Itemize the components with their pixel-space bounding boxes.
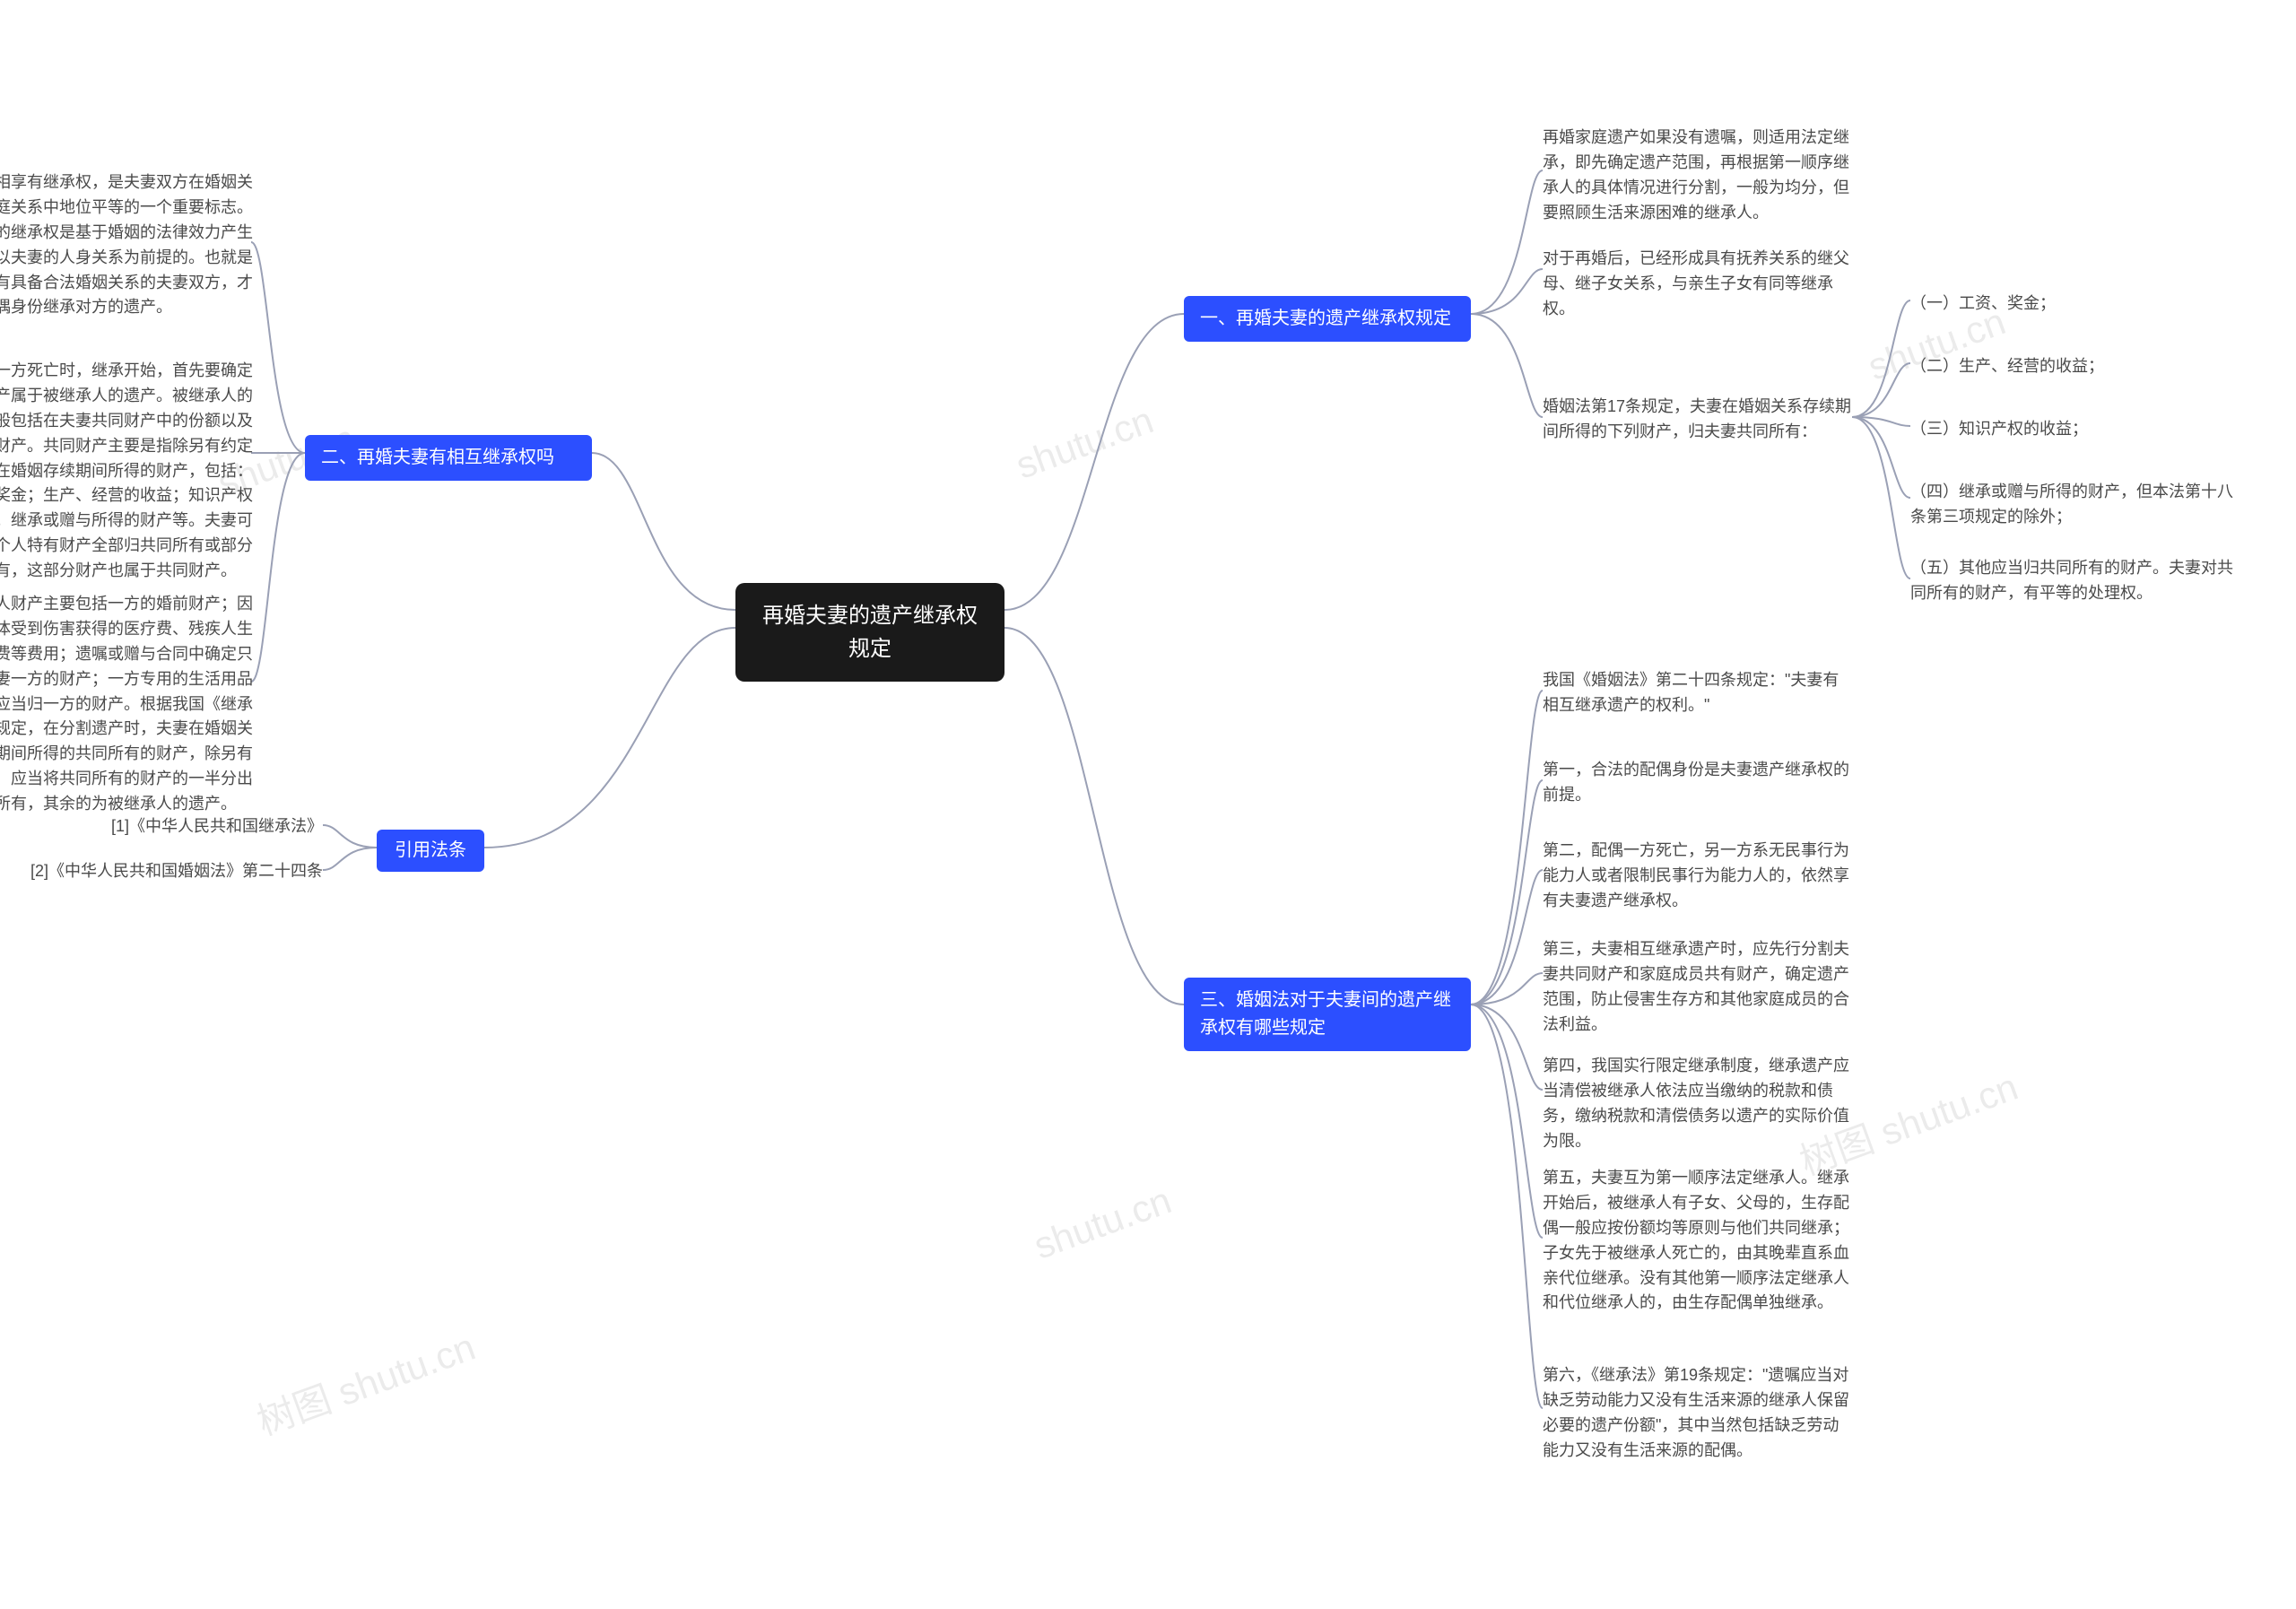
leaf-r1-3: 婚姻法第17条规定，夫妻在婚姻关系存续期间所得的下列财产，归夫妻共同所有： [1543,395,1852,445]
leaf-r2-7: 第六，《继承法》第19条规定："遗嘱应当对缺乏劳动能力又没有生活来源的继承人保留… [1543,1363,1852,1464]
leaf-r2-6: 第五，夫妻互为第一顺序法定继承人。继承开始后，被继承人有子女、父母的，生存配偶一… [1543,1166,1852,1316]
leaf-r1-2: 对于再婚后，已经形成具有抚养关系的继父母、继子女关系，与亲生子女有同等继承权。 [1543,247,1852,322]
leaf-l1-3: 夫妻个人财产主要包括一方的婚前财产；因一方身体受到伤害获得的医疗费、残疾人生活补… [0,592,256,817]
leaf-r2-5: 第四，我国实行限定继承制度，继承遗产应当清偿被继承人依法应当缴纳的税款和债务，缴… [1543,1054,1852,1154]
leaf-r1-sub3: （三）知识产权的收益； [1910,417,2233,442]
leaf-r1-sub4: （四）继承或赠与所得的财产，但本法第十八条第三项规定的除外； [1910,480,2233,530]
leaf-l1-2: 夫或妻一方死亡时，继承开始，首先要确定哪些财产属于被继承人的遗产。被继承人的财产… [0,359,256,584]
watermark: shutu.cn [1011,398,1160,487]
root-title: 再婚夫妻的遗产继承权规定 [762,604,978,661]
leaf-r1-sub1: （一）工资、奖金； [1910,291,2233,317]
branch-r1-title: 一、再婚夫妻的遗产继承权规定 [1200,309,1451,328]
leaf-r2-1: 我国《婚姻法》第二十四条规定："夫妻有相互继承遗产的权利。" [1543,668,1852,718]
branch-r2[interactable]: 三、婚姻法对于夫妻间的遗产继承权有哪些规定 [1184,978,1471,1051]
leaf-r2-4: 第三，夫妻相互继承遗产时，应先行分割夫妻共同财产和家庭成员共有财产，确定遗产范围… [1543,937,1852,1038]
branch-l2-title: 引用法条 [395,840,466,860]
watermark: shutu.cn [1029,1178,1178,1267]
leaf-r1-sub2: （二）生产、经营的收益； [1910,354,2233,379]
branch-l1-title: 二、再婚夫妻有相互继承权吗 [321,448,554,467]
watermark: 树图 shutu.cn [248,1317,482,1446]
leaf-r2-3: 第二，配偶一方死亡，另一方系无民事行为能力人或者限制民事行为能力人的，依然享有夫… [1543,839,1852,914]
leaf-l2-1: [1]《中华人民共和国继承法》 [13,814,323,839]
branch-r1[interactable]: 一、再婚夫妻的遗产继承权规定 [1184,296,1471,342]
root-node[interactable]: 再婚夫妻的遗产继承权规定 [735,583,1004,682]
connectors-layer [0,0,2296,1609]
branch-l1[interactable]: 二、再婚夫妻有相互继承权吗 [305,435,592,481]
branch-l2[interactable]: 引用法条 [377,830,484,872]
leaf-l2-2: [2]《中华人民共和国婚姻法》第二十四条 [13,859,323,884]
leaf-r2-2: 第一，合法的配偶身份是夫妻遗产继承权的前提。 [1543,758,1852,808]
leaf-l1-1: 夫妻互相享有继承权，是夫妻双方在婚姻关系、家庭关系中地位平等的一个重要标志。夫妻… [0,170,256,320]
branch-r2-title: 三、婚姻法对于夫妻间的遗产继承权有哪些规定 [1200,990,1451,1038]
leaf-r1-sub5: （五）其他应当归共同所有的财产。夫妻对共同所有的财产，有平等的处理权。 [1910,556,2233,606]
leaf-r1-1: 再婚家庭遗产如果没有遗嘱，则适用法定继承，即先确定遗产范围，再根据第一顺序继承人… [1543,126,1852,226]
